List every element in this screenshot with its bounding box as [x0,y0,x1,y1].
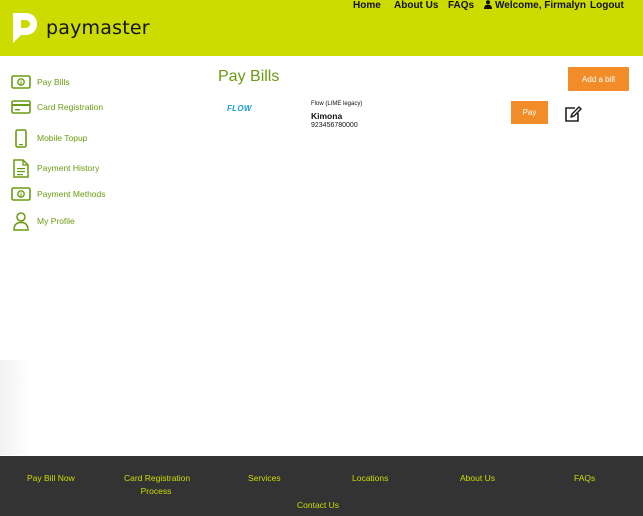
card-icon [11,97,31,117]
sidebar-item-label: Payment Methods [37,189,106,199]
footer: Pay Bill Now Card Registration Process S… [0,456,643,516]
sidebar-item-pay-bills[interactable]: $ Pay Bills [11,72,70,92]
sidebar-item-payment-methods[interactable]: $ Payment Methods [11,184,106,204]
paymaster-logo-mark [10,12,40,44]
biller-provider: Flow (LIME legacy) [311,101,363,107]
paymaster-logo[interactable]: paymaster [10,12,150,44]
biller-account-number: 923456780000 [311,122,358,129]
sidebar-item-label: Pay Bills [37,77,70,87]
nav-logout-link[interactable]: Logout [590,0,624,11]
footer-contact-us-link[interactable]: Contact Us [297,499,339,512]
footer-services-link[interactable]: Services [248,472,281,485]
sidebar-item-payment-history[interactable]: Payment History [11,158,99,178]
footer-faqs-link[interactable]: FAQs [574,472,595,485]
biller-name: Kimona [311,111,343,121]
sidebar-item-label: Mobile Topup [37,133,88,143]
footer-about-us-link[interactable]: About Us [460,472,495,485]
footer-pay-bill-now-link[interactable]: Pay Bill Now [27,472,75,485]
footer-card-registration-line1: Card Registration [124,473,191,483]
page-title: Pay Bills [218,68,280,85]
welcome-text: Welcome, Firmalyn [495,0,586,11]
nav-home-link[interactable]: Home [353,0,381,11]
bill-icon: $ [11,72,31,92]
user-icon [11,211,31,231]
brand-name: paymaster [46,17,150,39]
nav-user-menu[interactable]: Welcome, Firmalyn [484,0,586,12]
document-icon [11,158,31,178]
nav-faqs-link[interactable]: FAQs [448,0,474,11]
edit-icon[interactable] [564,106,582,123]
top-header: paymaster Home About Us FAQs Welcome, Fi… [0,0,643,56]
sidebar-item-my-profile[interactable]: My Profile [11,211,75,231]
sidebar-item-label: My Profile [37,216,75,226]
svg-text:$: $ [19,192,22,198]
bill-icon: $ [11,184,31,204]
footer-locations-link[interactable]: Locations [352,472,388,485]
background-shade [0,360,30,455]
sidebar-item-label: Payment History [37,163,100,173]
add-bill-button[interactable]: Add a bill [568,67,629,91]
footer-card-registration-line2: Process [140,486,172,496]
sidebar-item-mobile-topup[interactable]: Mobile Topup [11,128,87,148]
sidebar-item-card-registration[interactable]: Card Registration [11,97,103,117]
flow-logo: FLOW [227,104,252,113]
mobile-icon [11,128,31,148]
footer-card-registration-link[interactable]: Card Registration Process [124,472,191,498]
nav-about-link[interactable]: About Us [394,0,438,11]
sidebar-item-label: Card Registration [37,102,104,112]
pay-button[interactable]: Pay [511,101,548,124]
user-icon [484,0,492,12]
svg-text:$: $ [19,80,22,86]
